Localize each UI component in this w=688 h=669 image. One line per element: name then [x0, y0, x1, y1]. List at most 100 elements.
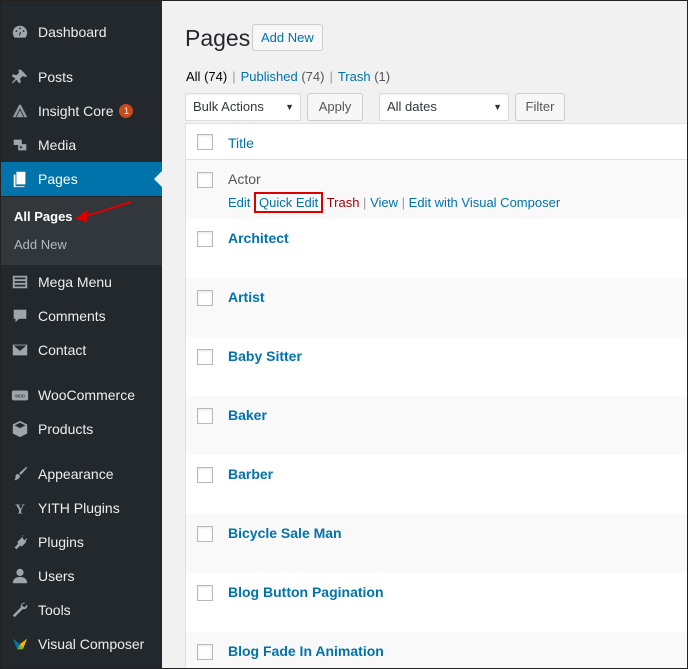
wp-admin-window: Dashboard Posts Insight Core 1 Media Pag… — [0, 0, 688, 669]
menu-label: Insight Core — [38, 103, 114, 119]
page-title-link[interactable]: Blog Button Pagination — [228, 584, 384, 600]
menu-mega-menu[interactable]: Mega Menu — [1, 265, 162, 299]
page-title-link[interactable]: Baby Sitter — [228, 348, 302, 364]
row-checkbox[interactable] — [197, 585, 213, 601]
menu-contact[interactable]: Contact — [1, 333, 162, 367]
bulk-actions-select[interactable]: Bulk Actions ▼ — [185, 93, 301, 121]
separator: | — [363, 195, 367, 210]
row-checkbox[interactable] — [197, 526, 213, 542]
edit-visual-composer-link[interactable]: Edit with Visual Composer — [409, 195, 561, 210]
table-header: Title — [186, 124, 687, 160]
menu-label: Visual Composer — [38, 636, 145, 652]
row-checkbox[interactable] — [197, 408, 213, 424]
table-row: Baby Sitter — [186, 337, 687, 396]
menu-pages[interactable]: Pages — [1, 162, 162, 196]
submenu-add-new[interactable]: Add New — [14, 237, 67, 252]
page-title-link[interactable]: Actor — [228, 171, 261, 187]
apply-button[interactable]: Apply — [307, 93, 363, 121]
quick-edit-link[interactable]: Quick Edit — [254, 192, 324, 213]
menu-label: Tools — [38, 602, 71, 618]
svg-text:woo: woo — [14, 394, 25, 400]
box-icon — [10, 419, 30, 439]
table-row: Barber — [186, 455, 687, 514]
submenu-all-pages[interactable]: All Pages — [14, 209, 73, 224]
menu-label: Pages — [38, 171, 78, 187]
column-title[interactable]: Title — [228, 135, 254, 151]
view-all[interactable]: All (74) — [186, 69, 227, 84]
insight-icon — [10, 101, 30, 121]
separator: | — [232, 69, 236, 84]
page-title-link[interactable]: Baker — [228, 407, 267, 423]
yith-icon: Y — [10, 498, 30, 518]
menu-appearance[interactable]: Appearance — [1, 457, 162, 491]
table-row: Baker — [186, 396, 687, 455]
mail-icon — [10, 340, 30, 360]
trash-count: (1) — [374, 69, 391, 84]
edit-link[interactable]: Edit — [228, 195, 250, 210]
add-new-page-button[interactable]: Add New — [252, 24, 323, 51]
separator: | — [401, 195, 406, 210]
view-published[interactable]: Published — [241, 69, 298, 84]
page-title-link[interactable]: Barber — [228, 466, 273, 482]
table-row: Actor Edit Quick Edit Trash | View | Edi… — [186, 160, 687, 219]
menu-label: Posts — [38, 69, 74, 85]
menu-comments[interactable]: Comments — [1, 299, 162, 333]
menu-label: Plugins — [38, 534, 84, 550]
list-icon — [10, 272, 30, 292]
menu-plugins[interactable]: Plugins — [1, 525, 162, 559]
page-title-link[interactable]: Bicycle Sale Man — [228, 525, 342, 541]
menu-users[interactable]: Users — [1, 559, 162, 593]
menu-woocommerce[interactable]: woo WooCommerce — [1, 378, 162, 412]
pages-table: Title Actor Edit Quick Edit Trash | View… — [185, 123, 687, 668]
table-row: Architect — [186, 219, 687, 278]
pin-icon — [10, 67, 30, 87]
bulk-actions-value: Bulk Actions — [193, 99, 264, 114]
menu-insight-core[interactable]: Insight Core 1 — [1, 94, 162, 128]
menu-tools[interactable]: Tools — [1, 593, 162, 627]
menu-label: Products — [38, 421, 94, 437]
row-checkbox[interactable] — [197, 349, 213, 365]
dashboard-icon — [10, 22, 30, 42]
page-title-link[interactable]: Architect — [228, 230, 289, 246]
separator: | — [329, 69, 333, 84]
chevron-down-icon: ▼ — [285, 102, 294, 112]
table-row: Blog Button Pagination — [186, 573, 687, 632]
row-checkbox[interactable] — [197, 644, 213, 660]
menu-visual-composer[interactable]: Visual Composer — [1, 627, 162, 661]
svg-text:Y: Y — [15, 501, 25, 516]
woo-icon: woo — [10, 385, 30, 405]
pages-icon — [10, 169, 30, 189]
menu-posts[interactable]: Posts — [1, 60, 162, 94]
row-checkbox[interactable] — [197, 172, 213, 188]
menu-label: Dashboard — [38, 24, 107, 40]
view-trash[interactable]: Trash — [338, 69, 371, 84]
select-all-checkbox[interactable] — [197, 134, 213, 150]
main-content: Pages Add New All (74) | Published (74) | Tr… — [162, 1, 687, 668]
dates-value: All dates — [387, 99, 437, 114]
row-checkbox[interactable] — [197, 467, 213, 483]
plug-icon — [10, 532, 30, 552]
menu-label: YITH Plugins — [38, 500, 120, 516]
page-title-link[interactable]: Blog Fade In Animation — [228, 643, 384, 659]
trash-link[interactable]: Trash — [327, 195, 360, 210]
table-row: Bicycle Sale Man — [186, 514, 687, 573]
dates-select[interactable]: All dates ▼ — [379, 93, 509, 121]
view-link[interactable]: View — [370, 195, 398, 210]
menu-dashboard[interactable]: Dashboard — [1, 15, 162, 49]
filter-button[interactable]: Filter — [515, 93, 565, 121]
comment-icon — [10, 306, 30, 326]
admin-sidebar: Dashboard Posts Insight Core 1 Media Pag… — [1, 1, 162, 668]
menu-yith-plugins[interactable]: Y YITH Plugins — [1, 491, 162, 525]
row-checkbox[interactable] — [197, 231, 213, 247]
menu-label: WooCommerce — [38, 387, 135, 403]
menu-media[interactable]: Media — [1, 128, 162, 162]
row-checkbox[interactable] — [197, 290, 213, 306]
table-row: Artist — [186, 278, 687, 337]
page-title-link[interactable]: Artist — [228, 289, 265, 305]
vc-icon — [10, 634, 30, 654]
table-row: Blog Fade In Animation — [186, 632, 687, 668]
menu-products[interactable]: Products — [1, 412, 162, 446]
menu-label: Comments — [38, 308, 106, 324]
update-count-badge: 1 — [119, 104, 134, 118]
media-icon — [10, 135, 30, 155]
